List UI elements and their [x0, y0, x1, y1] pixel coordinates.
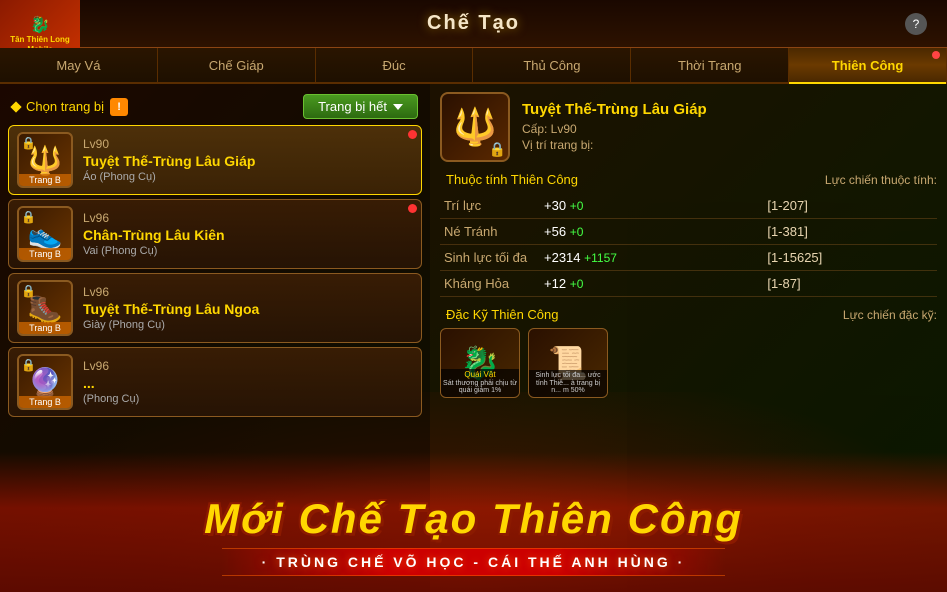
equip-info-3: Lv96 ... (Phong Cụ) [83, 359, 413, 405]
attributes-title-right: Lực chiến thuộc tính: [825, 173, 937, 187]
equip-icon-3: 🔮 🔒 Trang B [17, 354, 73, 410]
stat-value-2: +2314 +1157 [540, 245, 763, 271]
stat-row-1: Né Tránh +56 +0 [1-381] [440, 219, 937, 245]
tab-duc[interactable]: Đúc [316, 48, 474, 82]
special-title-left: Đặc Kỹ Thiên Công [440, 307, 559, 322]
attributes-section-title: Thuộc tính Thiên Công Lực chiến thuộc tí… [440, 172, 937, 187]
equip-type: Vai (Phong Cụ) [83, 245, 413, 257]
equip-badge: Trang B [19, 322, 71, 334]
attributes-title-left: Thuộc tính Thiên Công [440, 172, 578, 187]
equip-icon-2: 🥾 🔒 Trang B [17, 280, 73, 336]
lock-icon: 🔒 [21, 210, 36, 224]
equip-level: Lv96 [83, 211, 413, 225]
page-title: Chế Tạo [427, 12, 520, 35]
stat-range-3: [1-87] [763, 271, 937, 297]
tab-bar: May Vá Chế Giáp Đúc Thủ Công Thời Trang … [0, 48, 947, 84]
equip-icon-1: 👟 🔒 Trang B [17, 206, 73, 262]
equip-badge: Trang B [19, 396, 71, 408]
stat-name-0: Trí lực [440, 193, 540, 219]
item-header: 🔱 🔒 Tuyệt Thế-Trùng Lâu Giáp Cấp: Lv90 V… [440, 92, 937, 162]
equip-level: Lv96 [83, 359, 413, 373]
lock-icon: 🔒 [21, 136, 36, 150]
stat-range-1: [1-381] [763, 219, 937, 245]
skill-label-1: Sinh lực tối đa... ước tính Thiê... à tr… [529, 370, 607, 397]
lock-icon: 🔒 [21, 284, 36, 298]
skill-card-0[interactable]: 🐉 Quái Vật Sát thương phải chịu từ quái … [440, 328, 520, 398]
equip-dot [408, 130, 417, 139]
equip-info-2: Lv96 Tuyệt Thế-Trùng Lâu Ngoa Giày (Phon… [83, 285, 413, 331]
item-lock-icon: 🔒 [489, 141, 506, 158]
equip-icon-0: 🔱 🔒 Trang B [17, 132, 73, 188]
main-content: Chọn trang bị ! Trang bị hết 🔱 🔒 Trang B… [0, 84, 947, 592]
equip-level: Lv90 [83, 137, 413, 151]
left-panel: Chọn trang bị ! Trang bị hết 🔱 🔒 Trang B… [0, 84, 430, 592]
equip-item-2[interactable]: 🥾 🔒 Trang B Lv96 Tuyệt Thế-Trùng Lâu Ngo… [8, 273, 422, 343]
equip-item-1[interactable]: 👟 🔒 Trang B Lv96 Chân-Trùng Lâu Kiên Vai… [8, 199, 422, 269]
item-level: Cấp: Lv90 [522, 122, 937, 136]
stat-range-0: [1-207] [763, 193, 937, 219]
stat-name-2: Sinh lực tối đa [440, 245, 540, 271]
stat-row-2: Sinh lực tối đa +2314 +1157 [1-15625] [440, 245, 937, 271]
tab-thien-cong[interactable]: Thiên Công [789, 48, 947, 82]
tab-che-giap[interactable]: Chế Giáp [158, 48, 316, 82]
skill-label-0: Quái Vật Sát thương phải chịu từ quái gi… [441, 369, 519, 397]
help-button[interactable]: ? [905, 13, 927, 35]
equip-level: Lv96 [83, 285, 413, 299]
equip-type: Áo (Phong Cụ) [83, 171, 413, 183]
top-bar: 🐉 Tân Thiên Long Mobile Chế Tạo ? [0, 0, 947, 48]
skill-cards: 🐉 Quái Vật Sát thương phải chịu từ quái … [440, 328, 937, 398]
tab-may-va[interactable]: May Vá [0, 48, 158, 82]
equip-dot [408, 204, 417, 213]
equip-info-0: Lv90 Tuyệt Thế-Trùng Lâu Giáp Áo (Phong … [83, 137, 413, 183]
stat-value-0: +30 +0 [540, 193, 763, 219]
tab-thu-cong[interactable]: Thủ Công [473, 48, 631, 82]
filter-row: Chọn trang bị ! Trang bị hết [8, 92, 422, 121]
equipment-filter-dropdown[interactable]: Trang bị hết [303, 94, 418, 119]
lock-icon: 🔒 [21, 358, 36, 372]
item-details: Tuyệt Thế-Trùng Lâu Giáp Cấp: Lv90 Vị tr… [522, 101, 937, 154]
stat-value-1: +56 +0 [540, 219, 763, 245]
warning-icon: ! [110, 98, 128, 116]
stat-row-0: Trí lực +30 +0 [1-207] [440, 193, 937, 219]
equip-name: Tuyệt Thế-Trùng Lâu Giáp [83, 153, 413, 169]
item-title: Tuyệt Thế-Trùng Lâu Giáp [522, 101, 937, 118]
equip-name: Tuyệt Thế-Trùng Lâu Ngoa [83, 301, 413, 317]
equip-type: (Phong Cụ) [83, 393, 413, 405]
equip-badge: Trang B [19, 248, 71, 260]
filter-label: Chọn trang bị ! [12, 98, 128, 116]
stat-name-3: Kháng Hỏa [440, 271, 540, 297]
equip-type: Giày (Phong Cụ) [83, 319, 413, 331]
item-icon-large: 🔱 🔒 [440, 92, 510, 162]
right-panel: 🔱 🔒 Tuyệt Thế-Trùng Lâu Giáp Cấp: Lv90 V… [430, 84, 947, 592]
tab-dot [932, 51, 940, 59]
special-title-right: Lực chiến đặc kỹ: [843, 308, 937, 322]
item-position: Vị trí trang bị: [522, 138, 937, 152]
stat-range-2: [1-15625] [763, 245, 937, 271]
stats-table: Trí lực +30 +0 [1-207] Né Tránh +56 +0 [… [440, 193, 937, 297]
skill-card-1[interactable]: 📜 Sinh lực tối đa... ước tính Thiê... à … [528, 328, 608, 398]
special-section: Đặc Kỹ Thiên Công Lực chiến đặc kỹ: 🐉 Qu… [440, 307, 937, 398]
special-section-title: Đặc Kỹ Thiên Công Lực chiến đặc kỹ: [440, 307, 937, 322]
dropdown-arrow-icon [393, 104, 403, 110]
equip-info-1: Lv96 Chân-Trùng Lâu Kiên Vai (Phong Cụ) [83, 211, 413, 257]
stat-name-1: Né Tránh [440, 219, 540, 245]
equip-badge: Trang B [19, 174, 71, 186]
stat-value-3: +12 +0 [540, 271, 763, 297]
equip-name: Chân-Trùng Lâu Kiên [83, 227, 413, 243]
equip-name: ... [83, 375, 413, 391]
diamond-icon [10, 101, 21, 112]
stat-row-3: Kháng Hỏa +12 +0 [1-87] [440, 271, 937, 297]
equip-item-3[interactable]: 🔮 🔒 Trang B Lv96 ... (Phong Cụ) [8, 347, 422, 417]
tab-thoi-trang[interactable]: Thời Trang [631, 48, 789, 82]
equip-item-0[interactable]: 🔱 🔒 Trang B Lv90 Tuyệt Thế-Trùng Lâu Giá… [8, 125, 422, 195]
